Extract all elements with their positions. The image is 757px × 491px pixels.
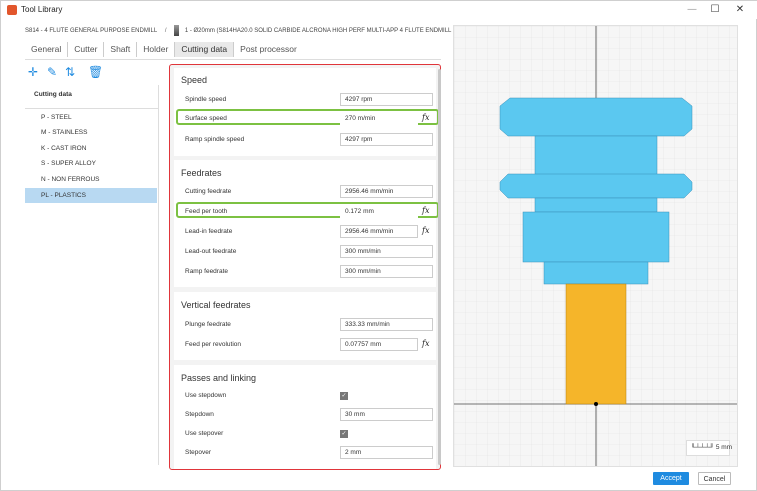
- list-item-plastics[interactable]: PL - PLASTICS: [25, 188, 157, 203]
- lead-out-feedrate-label: Lead-out feedrate: [185, 248, 237, 255]
- section-title: Feedrates: [181, 168, 222, 178]
- list-item-cast-iron[interactable]: K - CAST IRON: [25, 141, 157, 156]
- delete-icon[interactable]: 🗑: [88, 65, 103, 79]
- fx-icon[interactable]: fx: [422, 339, 429, 348]
- fx-icon[interactable]: fx: [422, 113, 429, 122]
- stepover-label: Stepover: [185, 449, 212, 456]
- edit-icon[interactable]: ✎: [47, 65, 57, 79]
- tab-shaft[interactable]: Shaft: [104, 42, 138, 57]
- breadcrumb-tool: 1 - Ø20mm (S814HA20.0 SOLID CARBIDE ALCR…: [184, 27, 452, 34]
- scale-label: 5 mm: [715, 444, 733, 451]
- section-title: Vertical feedrates: [181, 300, 251, 310]
- tool-library-window: Tool Library — ☐ ✕ S814 - 4 FLUTE GENERA…: [0, 0, 757, 491]
- title-bar: Tool Library — ☐ ✕: [1, 1, 757, 19]
- add-icon[interactable]: ✛: [28, 65, 38, 79]
- ramp-feedrate-label: Ramp feedrate: [185, 268, 228, 275]
- lead-in-feedrate-label: Lead-in feedrate: [185, 228, 233, 235]
- section-title: Passes and linking: [181, 373, 257, 383]
- feed-per-revolution-field[interactable]: 0.07757 mm: [340, 338, 418, 351]
- tab-bar: General Cutter Shaft Holder Cutting data Post…: [25, 42, 303, 59]
- ramp-feedrate-field[interactable]: 300 mm/min: [340, 265, 433, 278]
- passes-linking-section: Passes and linking Use stepdown ✓ Stepdo…: [174, 365, 436, 469]
- ramp-spindle-speed-field[interactable]: 4297 rpm: [340, 133, 433, 146]
- lead-out-feedrate-field[interactable]: 300 mm/min: [340, 245, 433, 258]
- tab-cutter[interactable]: Cutter: [68, 42, 105, 57]
- minimize-icon[interactable]: —: [682, 3, 702, 17]
- lead-in-feedrate-field[interactable]: 2956.46 mm/min: [340, 225, 418, 238]
- accept-button[interactable]: Accept: [653, 472, 689, 485]
- section-title: Speed: [181, 75, 208, 85]
- list-item-non-ferrous[interactable]: N - NON FERROUS: [25, 172, 157, 187]
- feed-per-tooth-field[interactable]: 0.172 mm: [340, 205, 418, 218]
- spindle-speed-label: Spindle speed: [185, 96, 227, 103]
- speed-section: Speed Spindle speed 4297 rpm Surface spe…: [174, 68, 439, 156]
- stepover-field[interactable]: 2 mm: [340, 446, 433, 459]
- spindle-speed-field[interactable]: 4297 rpm: [340, 93, 433, 106]
- cutting-feedrate-label: Cutting feedrate: [185, 188, 232, 195]
- swap-icon[interactable]: ⇅: [65, 65, 75, 79]
- breadcrumb: S814 - 4 FLUTE GENERAL PURPOSE ENDMILL /…: [25, 25, 453, 37]
- plunge-feedrate-field[interactable]: 333.33 mm/min: [340, 318, 433, 331]
- plunge-feedrate-label: Plunge feedrate: [185, 321, 231, 328]
- tab-holder[interactable]: Holder: [137, 42, 176, 57]
- cancel-button[interactable]: Cancel: [698, 472, 731, 485]
- ruler-icon: ╙┴┴┴╜: [691, 444, 715, 451]
- list-item-super-alloy[interactable]: S - SUPER ALLOY: [25, 156, 157, 171]
- list-item-stainless[interactable]: M - STAINLESS: [25, 125, 157, 140]
- vertical-feedrates-section: Vertical feedrates Plunge feedrate 333.3…: [174, 292, 436, 360]
- cutting-feedrate-field[interactable]: 2956.46 mm/min: [340, 185, 433, 198]
- use-stepover-checkbox[interactable]: ✓: [340, 430, 348, 438]
- feed-per-revolution-label: Feed per revolution: [185, 341, 242, 348]
- tab-general[interactable]: General: [25, 42, 69, 57]
- feed-per-tooth-label: Feed per tooth: [185, 208, 228, 215]
- origin-marker: [594, 402, 598, 406]
- app-icon: [7, 5, 17, 15]
- panel-scrollbar[interactable]: [438, 69, 441, 465]
- scale-indicator: ╙┴┴┴╜ 5 mm: [686, 440, 733, 456]
- feedrates-section: Feedrates Cutting feedrate 2956.46 mm/mi…: [174, 160, 439, 287]
- tool-preview-viewport[interactable]: ╙┴┴┴╜ 5 mm: [453, 25, 738, 467]
- endmill-icon: [174, 25, 180, 36]
- use-stepdown-checkbox[interactable]: ✓: [340, 392, 348, 400]
- surface-speed-field[interactable]: 270 m/min: [340, 112, 418, 125]
- fx-icon[interactable]: fx: [422, 226, 429, 235]
- window-title: Tool Library: [21, 5, 63, 14]
- fx-icon[interactable]: fx: [422, 206, 429, 215]
- tab-cutting-data[interactable]: Cutting data: [175, 42, 235, 57]
- cutting-data-panel: Speed Spindle speed 4297 rpm Surface spe…: [169, 64, 441, 470]
- breadcrumb-library[interactable]: S814 - 4 FLUTE GENERAL PURPOSE ENDMILL: [25, 28, 157, 34]
- tool-cutter-body: [565, 283, 627, 405]
- ramp-spindle-speed-label: Ramp spindle speed: [185, 136, 245, 143]
- use-stepdown-label: Use stepdown: [185, 392, 227, 399]
- tool-holder-body: [499, 97, 693, 285]
- list-item-steel[interactable]: P - STEEL: [25, 110, 157, 125]
- breadcrumb-separator: /: [164, 27, 167, 34]
- tab-divider: [25, 59, 441, 60]
- tool-preview-svg: [454, 26, 737, 466]
- surface-speed-label: Surface speed: [185, 115, 227, 122]
- close-icon[interactable]: ✕: [730, 3, 750, 17]
- stepdown-label: Stepdown: [185, 411, 214, 418]
- cutting-data-list: Cutting data P - STEEL M - STAINLESS K -…: [25, 85, 159, 465]
- stepdown-field[interactable]: 30 mm: [340, 408, 433, 421]
- tab-post-processor[interactable]: Post processor: [234, 42, 303, 57]
- maximize-icon[interactable]: ☐: [705, 3, 725, 17]
- list-header: Cutting data: [25, 85, 159, 109]
- use-stepover-label: Use stepover: [185, 430, 224, 437]
